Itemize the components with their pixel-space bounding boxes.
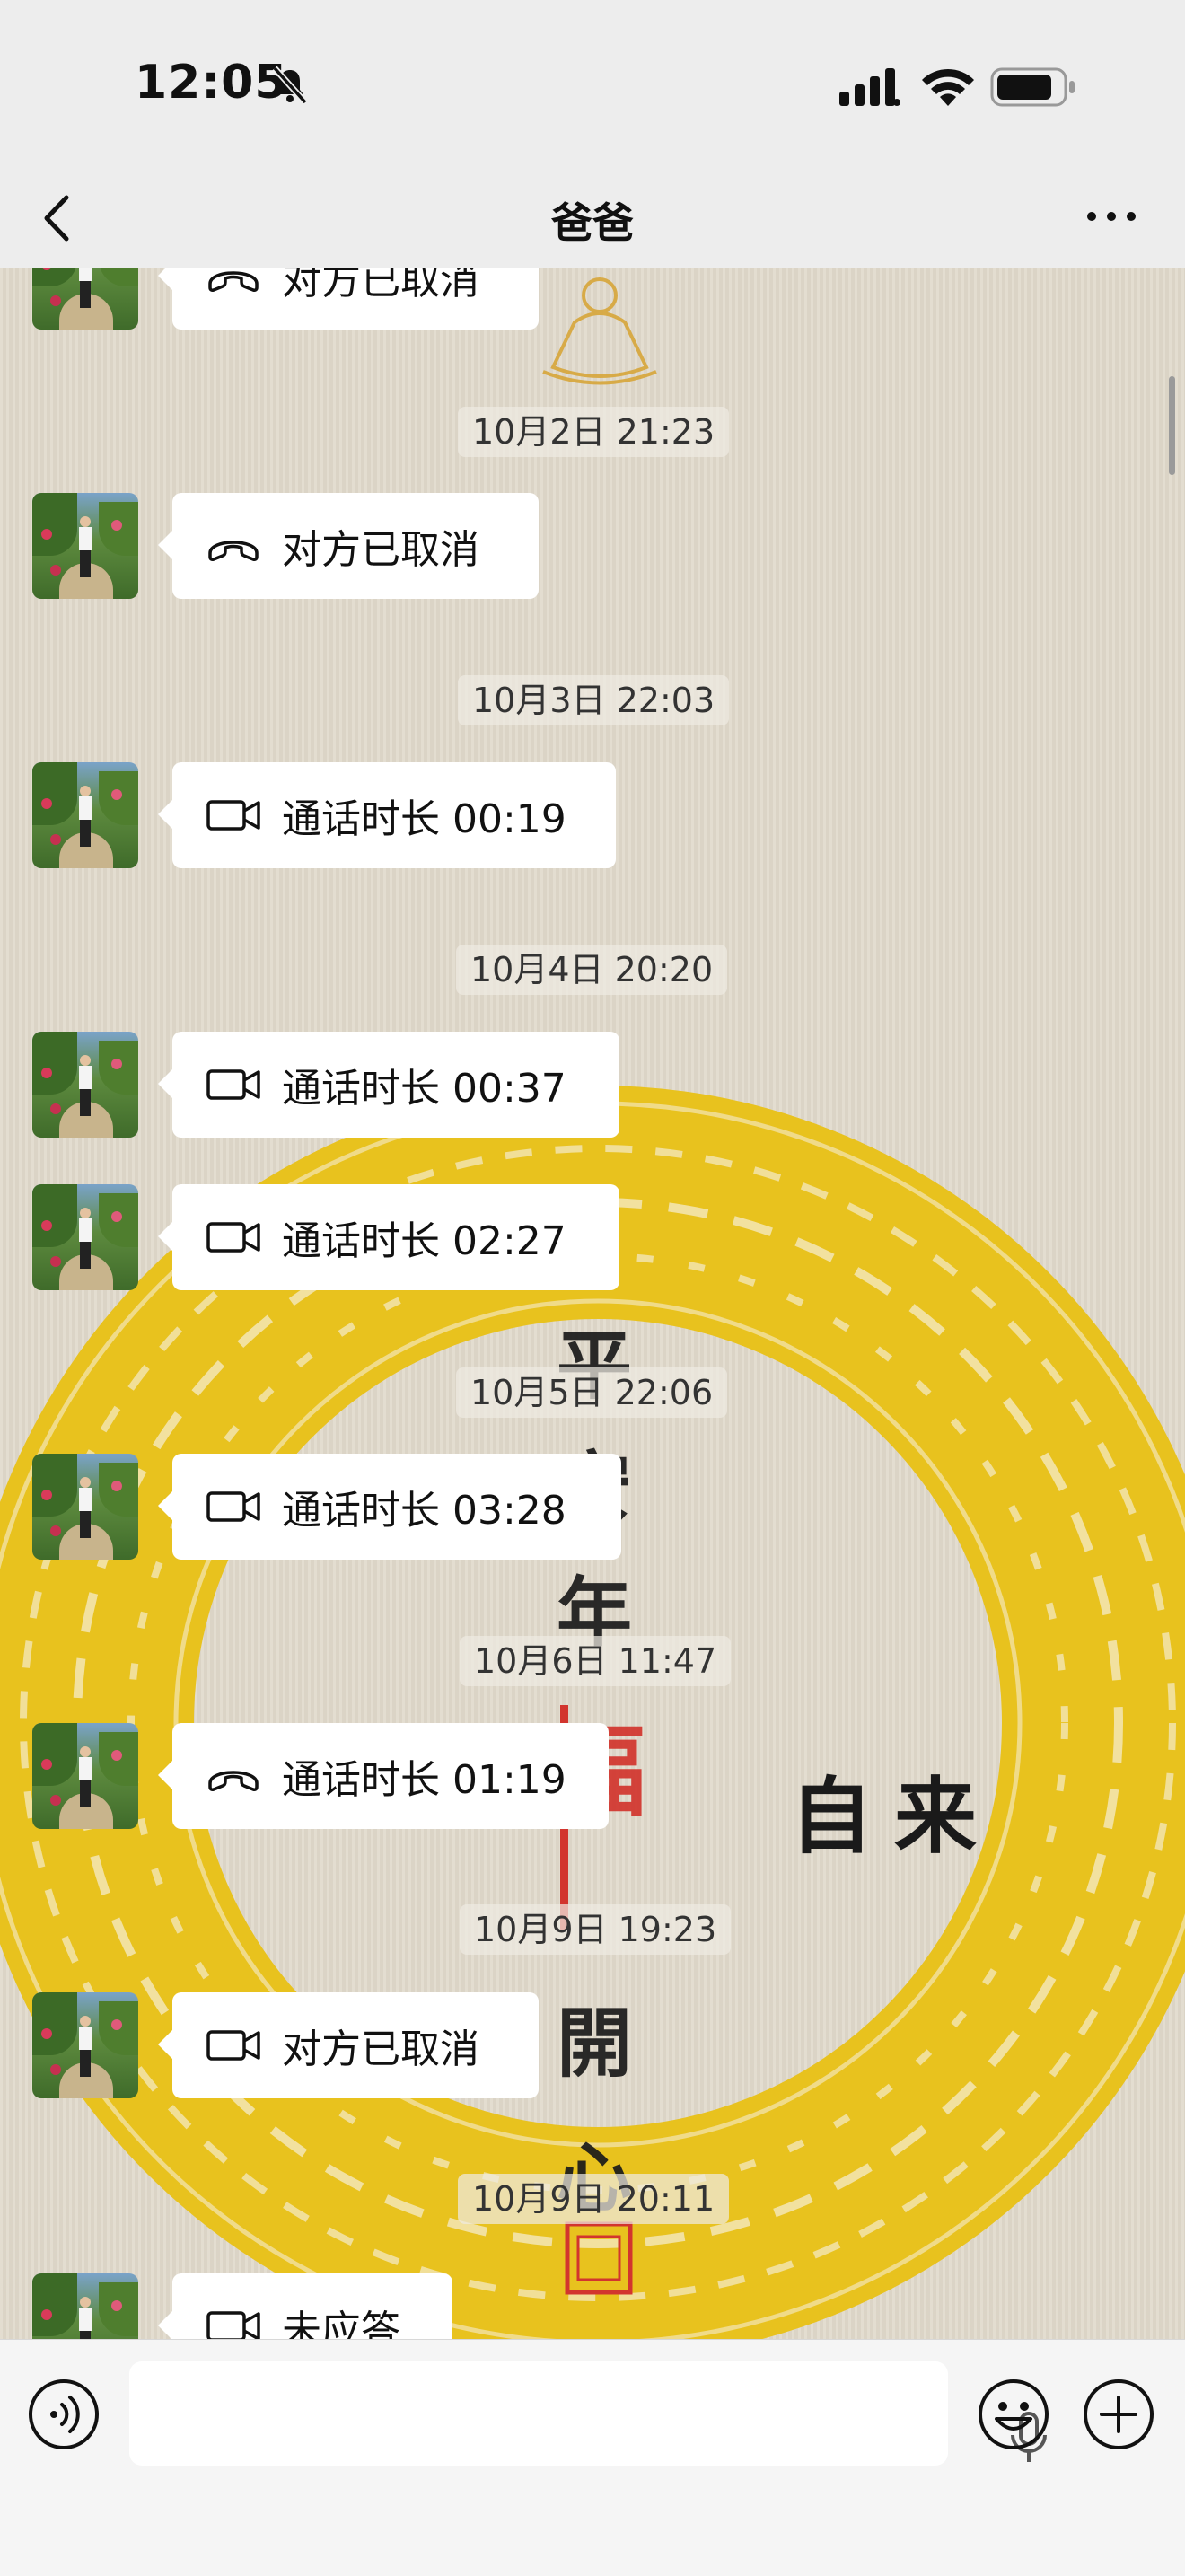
input-bar: [0, 2339, 1185, 2576]
contact-avatar[interactable]: [32, 1454, 138, 1560]
call-record-text: 对方已取消: [282, 268, 479, 303]
call-record-text: 通话时长 01:19: [282, 1757, 566, 1803]
call-record-text: 通话时长 02:27: [282, 1218, 566, 1264]
bell-muted-icon: [272, 66, 308, 105]
wallpaper-character: 開: [557, 1999, 633, 2088]
message-timestamp: 10月5日 22:06: [456, 1367, 728, 1418]
call-record-bubble[interactable]: 通话时长 02:27: [158, 1184, 619, 1290]
video-call-icon: [205, 1487, 262, 1526]
call-record-text: 通话时长 00:37: [282, 1066, 566, 1112]
video-call-icon: [205, 1218, 262, 1257]
status-bar: 12:05: [0, 0, 1185, 171]
wifi-icon: [922, 68, 974, 106]
video-call-icon: [205, 1065, 262, 1104]
buddha-figure: [542, 277, 657, 385]
voice-call-icon: [205, 526, 262, 566]
battery-icon: [990, 67, 1075, 107]
scrollbar[interactable]: [1169, 376, 1175, 475]
video-call-icon: [205, 796, 262, 835]
more-dots-icon[interactable]: [1084, 203, 1138, 230]
message-timestamp: 10月4日 20:20: [456, 945, 728, 995]
message-timestamp: 10月9日 20:11: [458, 2174, 730, 2224]
call-record-text: 通话时长 00:19: [282, 796, 566, 842]
nav-bar: 爸爸: [0, 171, 1185, 268]
contact-avatar[interactable]: [32, 1723, 138, 1829]
contact-avatar[interactable]: [32, 1184, 138, 1290]
call-record-bubble[interactable]: 对方已取消: [158, 493, 539, 599]
contact-avatar[interactable]: [32, 1032, 138, 1138]
message-timestamp: 10月3日 22:03: [458, 675, 730, 725]
call-record-text: 通话时长 03:28: [282, 1488, 566, 1534]
status-time: 12:05: [135, 56, 288, 110]
call-record-text: 对方已取消: [282, 2027, 479, 2072]
video-call-icon: [205, 2026, 262, 2065]
video-call-icon: [205, 2307, 262, 2339]
voice-input-icon[interactable]: [27, 2378, 101, 2451]
call-record-text: 对方已取消: [282, 527, 479, 573]
message-input[interactable]: [129, 2361, 1047, 2466]
emoji-icon[interactable]: [977, 2378, 1050, 2451]
message-timestamp: 10月6日 11:47: [460, 1636, 732, 1686]
call-record-text: 未应答: [282, 2308, 400, 2339]
cellular-signal-icon: [839, 68, 900, 106]
message-timestamp: 10月2日 21:23: [458, 407, 730, 457]
chat-area[interactable]: 平安年福開心自来 对方已取消10月2日 21:23对方已取消10月3日 22:0…: [0, 268, 1185, 2339]
contact-avatar[interactable]: [32, 1992, 138, 2098]
call-record-bubble[interactable]: 未应答: [158, 2273, 452, 2339]
contact-avatar[interactable]: [32, 268, 138, 330]
call-record-bubble[interactable]: 对方已取消: [158, 268, 539, 330]
voice-call-icon: [205, 268, 262, 296]
call-record-bubble[interactable]: 通话时长 03:28: [158, 1454, 621, 1560]
call-record-bubble[interactable]: 通话时长 00:37: [158, 1032, 619, 1138]
call-record-bubble[interactable]: 通话时长 01:19: [158, 1723, 609, 1829]
voice-call-icon: [205, 1756, 262, 1796]
call-record-bubble[interactable]: 对方已取消: [158, 1992, 539, 2098]
wallpaper-side-text: 自来: [790, 1768, 999, 1865]
contact-avatar[interactable]: [32, 2273, 138, 2339]
chat-title: 爸爸: [551, 198, 634, 247]
call-record-bubble[interactable]: 通话时长 00:19: [158, 762, 616, 868]
contact-avatar[interactable]: [32, 762, 138, 868]
contact-avatar[interactable]: [32, 493, 138, 599]
message-timestamp: 10月9日 19:23: [460, 1904, 732, 1955]
plus-icon[interactable]: [1082, 2378, 1155, 2451]
